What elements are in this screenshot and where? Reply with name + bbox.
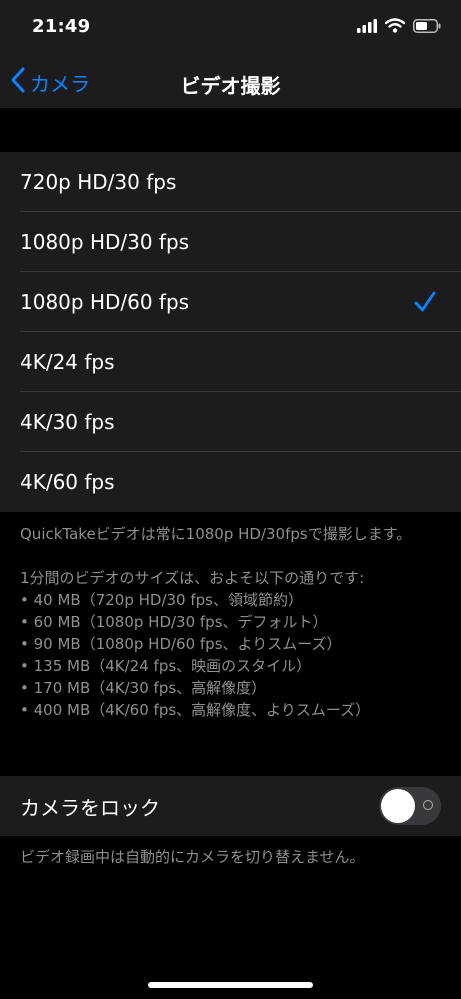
size-item: • 60 MB（1080p HD/30 fps、デフォルト）: [20, 613, 328, 631]
format-option-1080p-30[interactable]: 1080p HD/30 fps: [0, 212, 461, 272]
format-option-label: 720p HD/30 fps: [20, 170, 177, 194]
navigation-bar: カメラ ビデオ撮影: [0, 56, 461, 108]
battery-icon: [413, 18, 441, 37]
status-icons: [357, 17, 441, 37]
lock-camera-description: ビデオ録画中は自動的にカメラを切り替えません。: [20, 848, 365, 866]
format-option-1080p-60[interactable]: 1080p HD/60 fps: [0, 272, 461, 332]
signal-icon: [357, 18, 377, 37]
size-intro: 1分間のビデオのサイズは、およそ以下の通りです:: [20, 569, 365, 587]
format-option-label: 1080p HD/60 fps: [20, 290, 190, 314]
format-option-720p-30[interactable]: 720p HD/30 fps: [0, 152, 461, 212]
format-option-4k-60[interactable]: 4K/60 fps: [0, 452, 461, 512]
format-option-4k-24[interactable]: 4K/24 fps: [0, 332, 461, 392]
size-item: • 90 MB（1080p HD/60 fps、よりスムーズ）: [20, 635, 342, 653]
lock-camera-row: カメラをロック: [0, 776, 461, 836]
page-title: ビデオ撮影: [180, 74, 281, 98]
format-info-footer: QuickTakeビデオは常に1080p HD/30fpsで撮影します。 1分間…: [20, 523, 440, 721]
format-option-4k-30[interactable]: 4K/30 fps: [0, 392, 461, 452]
format-option-label: 4K/30 fps: [20, 410, 115, 434]
size-item: • 170 MB（4K/30 fps、高解像度）: [20, 679, 267, 697]
lock-camera-group: カメラをロック: [0, 776, 461, 836]
checkmark-icon: [413, 290, 437, 318]
toggle-off-indicator-icon: [423, 800, 433, 810]
format-option-label: 1080p HD/30 fps: [20, 230, 190, 254]
size-item: • 400 MB（4K/60 fps、高解像度、よりスムーズ）: [20, 701, 371, 719]
lock-camera-footer: ビデオ録画中は自動的にカメラを切り替えません。: [20, 846, 440, 868]
status-time: 21:49: [32, 16, 91, 37]
size-item: • 40 MB（720p HD/30 fps、領域節約）: [20, 591, 303, 609]
status-bar: 21:49: [0, 0, 461, 56]
format-option-label: 4K/60 fps: [20, 470, 115, 494]
lock-camera-toggle[interactable]: [379, 787, 441, 825]
format-option-label: 4K/24 fps: [20, 350, 115, 374]
wifi-icon: [384, 17, 406, 37]
toggle-knob: [381, 789, 415, 823]
lock-camera-label: カメラをロック: [20, 795, 160, 820]
video-format-list: 720p HD/30 fps 1080p HD/30 fps 1080p HD/…: [0, 152, 461, 512]
size-item: • 135 MB（4K/24 fps、映画のスタイル）: [20, 657, 312, 675]
home-indicator[interactable]: [148, 982, 313, 988]
quicktake-note: QuickTakeビデオは常に1080p HD/30fpsで撮影します。: [20, 525, 412, 543]
